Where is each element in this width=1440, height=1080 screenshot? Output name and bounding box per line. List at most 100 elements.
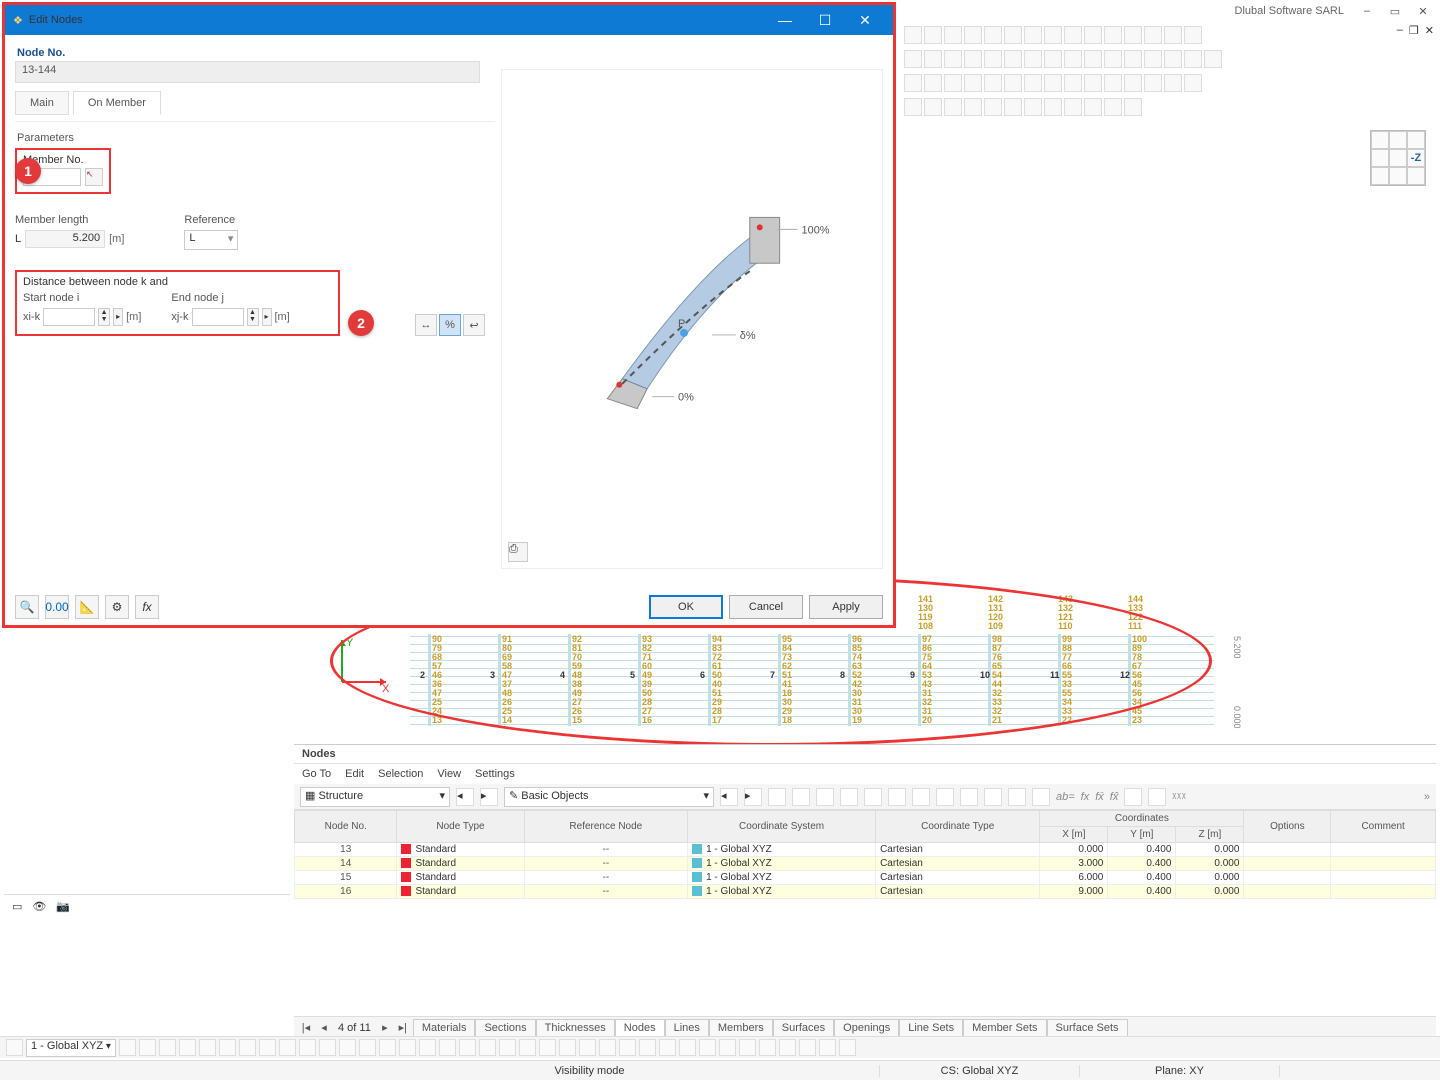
ts-prev[interactable]: ◂ bbox=[316, 1021, 332, 1034]
dialog-minimize-button[interactable]: — bbox=[765, 12, 805, 28]
xjk-input[interactable] bbox=[192, 308, 244, 326]
table-tab[interactable]: Surface Sets bbox=[1047, 1019, 1128, 1037]
footer-units-button[interactable]: 0.00 bbox=[45, 595, 69, 619]
tb-next[interactable]: ▸ bbox=[480, 788, 498, 806]
start-node-label: Start node i bbox=[23, 292, 141, 304]
table-tab[interactable]: Line Sets bbox=[899, 1019, 963, 1037]
toolbar-icon[interactable] bbox=[904, 26, 922, 44]
reference-select[interactable]: L ▾ bbox=[184, 230, 238, 250]
footer-help-button[interactable]: 🔍 bbox=[15, 595, 39, 619]
th-coord-sys[interactable]: Coordinate System bbox=[688, 811, 876, 843]
dialog-maximize-button[interactable]: ☐ bbox=[805, 12, 845, 29]
svg-text:100%: 100% bbox=[802, 224, 830, 236]
th-node-type[interactable]: Node Type bbox=[397, 811, 524, 843]
nodes-panel-title: Nodes bbox=[294, 745, 1436, 764]
th-z[interactable]: Z [m] bbox=[1176, 827, 1244, 843]
th-coords[interactable]: Coordinates bbox=[1040, 811, 1244, 827]
th-options[interactable]: Options bbox=[1244, 811, 1331, 843]
th-coord-type[interactable]: Coordinate Type bbox=[876, 811, 1040, 843]
tab-main[interactable]: Main bbox=[15, 91, 69, 115]
ts-last[interactable]: ▸| bbox=[395, 1021, 411, 1034]
preview-tool-button[interactable]: ⎙ bbox=[508, 542, 528, 562]
toolbar-row-1 bbox=[900, 24, 1440, 46]
menu-settings[interactable]: Settings bbox=[475, 768, 515, 780]
table-row[interactable]: 16Standard--1 - Global XYZCartesian9.000… bbox=[295, 885, 1436, 899]
table-tab[interactable]: Surfaces bbox=[773, 1019, 834, 1037]
mode-length-button[interactable]: ↔ bbox=[415, 314, 437, 336]
cancel-button[interactable]: Cancel bbox=[729, 595, 803, 619]
tab-on-member[interactable]: On Member bbox=[73, 91, 161, 115]
table-row[interactable]: 13Standard--1 - Global XYZCartesian0.000… bbox=[295, 843, 1436, 857]
toolbar-row-2 bbox=[900, 48, 1440, 70]
table-row[interactable]: 14Standard--1 - Global XYZCartesian3.000… bbox=[295, 857, 1436, 871]
footer-settings-button[interactable]: ⚙ bbox=[105, 595, 129, 619]
tb-prev[interactable]: ◂ bbox=[456, 788, 474, 806]
toolbar-row-3 bbox=[900, 72, 1440, 94]
table-tab[interactable]: Member Sets bbox=[963, 1019, 1046, 1037]
ts-next[interactable]: ▸ bbox=[377, 1021, 393, 1034]
menu-selection[interactable]: Selection bbox=[378, 768, 423, 780]
menu-goto[interactable]: Go To bbox=[302, 768, 331, 780]
side-tab-eye-icon[interactable]: 👁 bbox=[32, 900, 46, 913]
app-close-button[interactable]: ✕ bbox=[1410, 2, 1436, 20]
table-tab[interactable]: Nodes bbox=[615, 1019, 665, 1037]
member-length-value: 5.200 bbox=[25, 230, 105, 248]
table-tab[interactable]: Thicknesses bbox=[536, 1019, 615, 1037]
bottom-toolbar: 1 - Global XYZ ▾ bbox=[0, 1036, 1440, 1058]
footer-fx-button[interactable]: fx bbox=[135, 595, 159, 619]
th-ref-node[interactable]: Reference Node bbox=[524, 811, 688, 843]
footer-pick-button[interactable]: 📐 bbox=[75, 595, 99, 619]
table-tabstrip: |◂ ◂ 4 of 11 ▸ ▸| MaterialsSectionsThick… bbox=[294, 1016, 1436, 1038]
structure-select[interactable]: ▦ Structure▾ bbox=[300, 787, 450, 807]
navigation-cube[interactable]: -Z bbox=[1370, 130, 1426, 186]
status-cs: CS: Global XYZ bbox=[880, 1065, 1080, 1077]
status-visibility: Visibility mode bbox=[300, 1065, 880, 1077]
app-restore-button[interactable]: ▭ bbox=[1382, 2, 1408, 20]
xjk-spinner[interactable]: ▲▼ bbox=[247, 308, 259, 326]
xjk-sym: xj-k bbox=[171, 311, 188, 323]
basic-objects-select[interactable]: ✎ Basic Objects▾ bbox=[504, 787, 714, 807]
node-no-field[interactable]: 13-144 bbox=[15, 61, 480, 83]
xik-sym: xi-k bbox=[23, 311, 40, 323]
menu-view[interactable]: View bbox=[437, 768, 461, 780]
svg-text:P: P bbox=[678, 318, 685, 330]
mode-undo-button[interactable]: ↩ bbox=[463, 314, 485, 336]
dim-bot: 0.000 bbox=[1232, 706, 1242, 729]
mode-percent-button[interactable]: % bbox=[439, 314, 461, 336]
menu-edit[interactable]: Edit bbox=[345, 768, 364, 780]
xik-spinner[interactable]: ▲▼ bbox=[98, 308, 110, 326]
nodes-menubar: Go To Edit Selection View Settings bbox=[294, 764, 1436, 784]
cs-select[interactable]: 1 - Global XYZ ▾ bbox=[26, 1039, 116, 1057]
nodes-panel: Nodes Go To Edit Selection View Settings… bbox=[294, 744, 1436, 1038]
th-comment[interactable]: Comment bbox=[1331, 811, 1436, 843]
dialog-close-button[interactable]: ✕ bbox=[845, 12, 885, 29]
member-pick-button[interactable]: ↖ bbox=[85, 168, 103, 186]
table-tab[interactable]: Openings bbox=[834, 1019, 899, 1037]
ts-page: 4 of 11 bbox=[334, 1022, 375, 1034]
nodes-table[interactable]: Node No. Node Type Reference Node Coordi… bbox=[294, 810, 1436, 899]
xik-menu[interactable]: ▸ bbox=[113, 308, 123, 326]
callout-2: 2 bbox=[348, 310, 374, 336]
side-tab-1[interactable]: ▭ bbox=[12, 900, 22, 913]
vendor-label: Dlubal Software SARL bbox=[1235, 5, 1344, 17]
ts-first[interactable]: |◂ bbox=[298, 1021, 314, 1034]
table-tab[interactable]: Sections bbox=[475, 1019, 535, 1037]
table-tab[interactable]: Members bbox=[709, 1019, 773, 1037]
distance-group: Distance between node k and Start node i… bbox=[15, 270, 340, 336]
apply-button[interactable]: Apply bbox=[809, 595, 883, 619]
status-plane: Plane: XY bbox=[1080, 1065, 1280, 1077]
app-minimize-button[interactable]: – bbox=[1354, 2, 1380, 20]
parameters-label: Parameters bbox=[17, 132, 495, 144]
th-x[interactable]: X [m] bbox=[1040, 827, 1108, 843]
th-y[interactable]: Y [m] bbox=[1108, 827, 1176, 843]
navcube-face-z[interactable]: -Z bbox=[1407, 149, 1425, 167]
table-tab[interactable]: Materials bbox=[413, 1019, 476, 1037]
ok-button[interactable]: OK bbox=[649, 595, 723, 619]
th-node-no[interactable]: Node No. bbox=[295, 811, 397, 843]
dialog-titlebar[interactable]: ❖ Edit Nodes — ☐ ✕ bbox=[5, 5, 893, 35]
side-tab-camera-icon[interactable]: 📷 bbox=[56, 900, 70, 913]
table-tab[interactable]: Lines bbox=[665, 1019, 709, 1037]
table-row[interactable]: 15Standard--1 - Global XYZCartesian6.000… bbox=[295, 871, 1436, 885]
xik-input[interactable] bbox=[43, 308, 95, 326]
xjk-menu[interactable]: ▸ bbox=[262, 308, 272, 326]
